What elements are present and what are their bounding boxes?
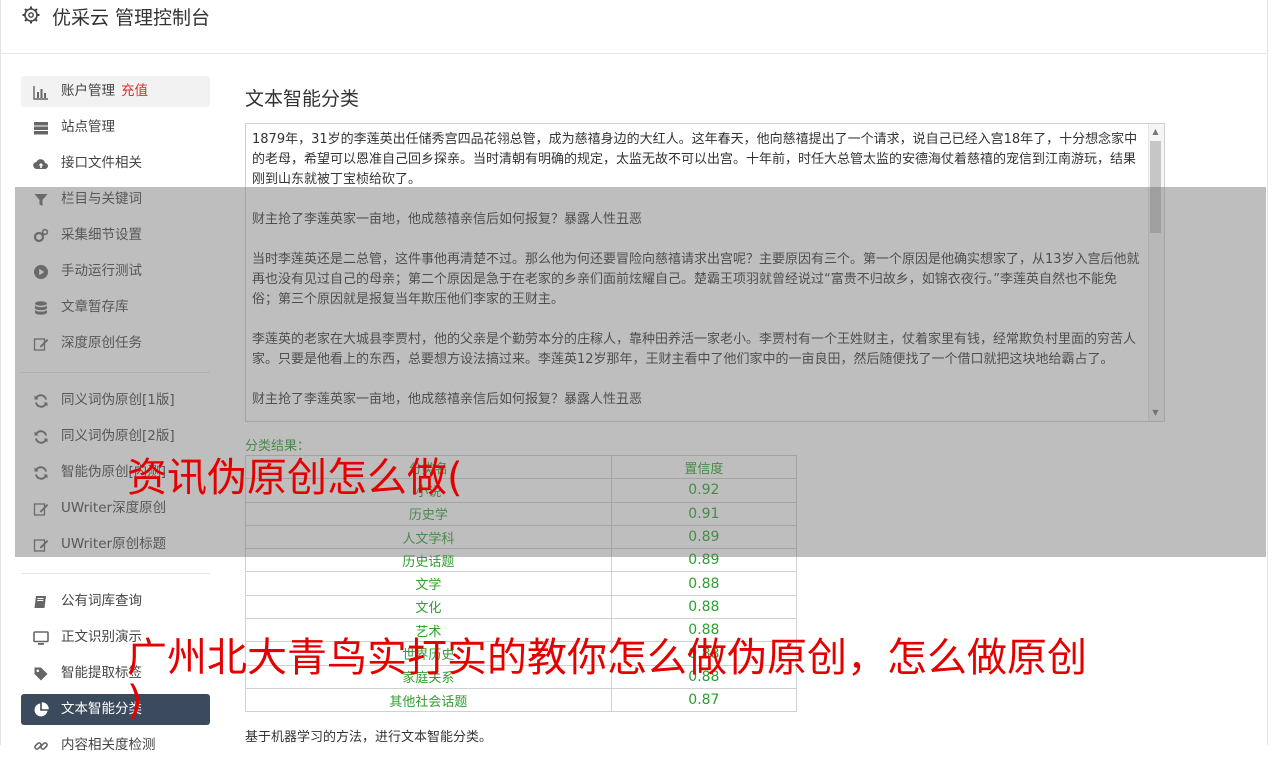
server-icon	[34, 122, 48, 135]
page-title: 文本智能分类	[245, 88, 360, 110]
sidebar-item-label: 账户管理	[61, 83, 115, 99]
link-icon	[34, 742, 48, 750]
sidebar-item-text-classification[interactable]: 文本智能分类	[21, 694, 210, 725]
tag-icon	[34, 667, 48, 681]
top-header: 优采云 管理控制台	[1, 0, 1267, 54]
confidence-cell: 0.88	[610, 571, 798, 596]
monitor-icon	[33, 631, 49, 645]
sidebar-item-sites[interactable]: 站点管理	[21, 112, 210, 143]
overlay-caption: 资讯伪原创怎么做(	[127, 455, 463, 501]
table-row: 文学 0.88	[245, 571, 798, 596]
category-cell: 其他社会话题	[245, 687, 612, 713]
table-row: 文化 0.88	[245, 594, 798, 620]
recharge-link[interactable]: 充值	[121, 83, 148, 99]
sidebar-item-account[interactable]: 账户管理 充值	[21, 76, 210, 107]
category-cell: 文学	[245, 571, 612, 596]
cloud-upload-icon	[33, 159, 48, 170]
confidence-cell: 0.87	[610, 687, 798, 713]
scroll-up-arrow-icon[interactable]: ▲	[1149, 125, 1162, 139]
text-paragraph: 1879年，31岁的李莲英出任储秀宫四品花翎总管，成为慈禧身边的大红人。这年春天…	[252, 132, 1138, 187]
sidebar-item-label: 站点管理	[61, 119, 115, 135]
sidebar-item-label: 接口文件相关	[61, 155, 142, 171]
footnote: 基于机器学习的方法，进行文本智能分类。	[245, 730, 493, 745]
sidebar-item-interface-files[interactable]: 接口文件相关	[21, 148, 210, 179]
book-icon	[34, 596, 46, 608]
sidebar-item-public-lexicon[interactable]: 公有词库查询	[21, 586, 210, 617]
bar-chart-icon	[33, 86, 48, 100]
overlay-caption: )	[127, 678, 143, 724]
pie-chart-icon	[34, 702, 49, 717]
sidebar-divider	[21, 573, 210, 574]
sidebar-item-label: 内容相关度检测	[61, 737, 156, 753]
window-border-right	[1267, 0, 1268, 745]
sidebar-item-relevance-check[interactable]: 内容相关度检测	[21, 730, 210, 761]
category-cell: 文化	[245, 594, 612, 620]
window-border-left	[0, 0, 1, 745]
confidence-cell: 0.88	[610, 594, 798, 620]
overlay-caption: 广州北大青鸟实打实的教你怎么做伪原创，怎么做原创	[127, 635, 1087, 681]
gear-icon	[22, 6, 40, 24]
sidebar-item-label: 公有词库查询	[61, 593, 142, 609]
console-title: 优采云 管理控制台	[52, 7, 211, 29]
table-row: 其他社会话题 0.87	[245, 687, 798, 713]
